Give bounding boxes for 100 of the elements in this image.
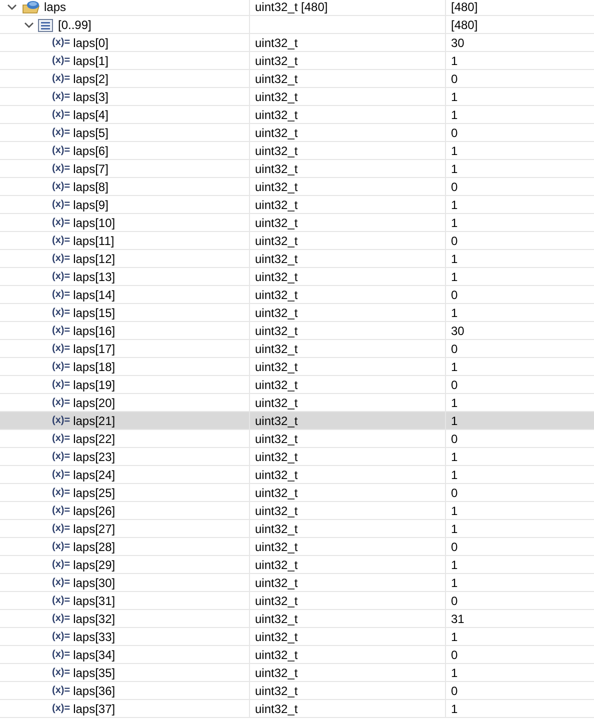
variable-value: 1 xyxy=(451,666,458,680)
table-row[interactable]: (x)= laps[26] uint32_t 1 xyxy=(0,502,594,520)
variable-type: uint32_t xyxy=(255,216,298,230)
table-row[interactable]: (x)= laps[15] uint32_t 1 xyxy=(0,304,594,322)
table-row[interactable]: (x)= laps[21] uint32_t 1 xyxy=(0,412,594,430)
table-row[interactable]: (x)= laps[14] uint32_t 0 xyxy=(0,286,594,304)
variable-name: laps[23] xyxy=(73,450,116,464)
variable-icon: (x)= xyxy=(52,541,70,553)
table-row[interactable]: (x)= laps[24] uint32_t 1 xyxy=(0,466,594,484)
table-row[interactable]: [0..99] [480] xyxy=(0,16,594,34)
variable-value: 1 xyxy=(451,702,458,716)
variable-type: uint32_t xyxy=(255,432,298,446)
table-row[interactable]: (x)= laps[4] uint32_t 1 xyxy=(0,106,594,124)
variable-value: 0 xyxy=(451,234,458,248)
chevron-icon[interactable] xyxy=(24,21,34,29)
table-row[interactable]: (x)= laps[25] uint32_t 0 xyxy=(0,484,594,502)
variable-value: 1 xyxy=(451,504,458,518)
variable-name: laps[2] xyxy=(73,72,108,86)
variable-name: [0..99] xyxy=(58,18,92,32)
variable-type: uint32_t xyxy=(255,90,298,104)
table-row[interactable]: (x)= laps[27] uint32_t 1 xyxy=(0,520,594,538)
table-row[interactable]: (x)= laps[5] uint32_t 0 xyxy=(0,124,594,142)
table-row[interactable]: laps uint32_t [480] [480] xyxy=(0,0,594,16)
variable-value: 0 xyxy=(451,594,458,608)
variable-value: 0 xyxy=(451,378,458,392)
variable-value: 0 xyxy=(451,180,458,194)
variable-icon: (x)= xyxy=(52,307,70,319)
variable-type: uint32_t xyxy=(255,522,298,536)
variable-name: laps[37] xyxy=(73,702,116,716)
table-row[interactable]: (x)= laps[9] uint32_t 1 xyxy=(0,196,594,214)
variable-type: uint32_t xyxy=(255,36,298,50)
table-row[interactable]: (x)= laps[10] uint32_t 1 xyxy=(0,214,594,232)
table-row[interactable]: (x)= laps[37] uint32_t 1 xyxy=(0,700,594,718)
table-row[interactable]: (x)= laps[12] uint32_t 1 xyxy=(0,250,594,268)
table-row[interactable]: (x)= laps[6] uint32_t 1 xyxy=(0,142,594,160)
variable-type: uint32_t xyxy=(255,576,298,590)
table-row[interactable]: (x)= laps[28] uint32_t 0 xyxy=(0,538,594,556)
variable-name: laps[27] xyxy=(73,522,116,536)
table-row[interactable]: (x)= laps[1] uint32_t 1 xyxy=(0,52,594,70)
table-row[interactable]: (x)= laps[0] uint32_t 30 xyxy=(0,34,594,52)
table-row[interactable]: (x)= laps[13] uint32_t 1 xyxy=(0,268,594,286)
variable-type: uint32_t xyxy=(255,252,298,266)
table-row[interactable]: (x)= laps[33] uint32_t 1 xyxy=(0,628,594,646)
variable-value: 1 xyxy=(451,522,458,536)
variable-icon: (x)= xyxy=(52,685,70,697)
variable-value: 1 xyxy=(451,216,458,230)
variable-icon: (x)= xyxy=(52,703,70,715)
table-row[interactable]: (x)= laps[19] uint32_t 0 xyxy=(0,376,594,394)
chevron-icon[interactable] xyxy=(7,3,17,11)
variable-type: uint32_t xyxy=(255,324,298,338)
variable-value: 0 xyxy=(451,72,458,86)
variable-name: laps[20] xyxy=(73,396,116,410)
table-row[interactable]: (x)= laps[30] uint32_t 1 xyxy=(0,574,594,592)
table-row[interactable]: (x)= laps[18] uint32_t 1 xyxy=(0,358,594,376)
table-row[interactable]: (x)= laps[32] uint32_t 31 xyxy=(0,610,594,628)
variable-type: uint32_t xyxy=(255,198,298,212)
table-row[interactable]: (x)= laps[23] uint32_t 1 xyxy=(0,448,594,466)
variable-name: laps[11] xyxy=(73,234,114,248)
table-row[interactable]: (x)= laps[36] uint32_t 0 xyxy=(0,682,594,700)
variable-icon: (x)= xyxy=(52,235,70,247)
table-row[interactable]: (x)= laps[22] uint32_t 0 xyxy=(0,430,594,448)
variable-icon: (x)= xyxy=(52,181,70,193)
variable-name: laps[13] xyxy=(73,270,116,284)
variable-name: laps[35] xyxy=(73,666,116,680)
table-row[interactable]: (x)= laps[7] uint32_t 1 xyxy=(0,160,594,178)
table-row[interactable]: (x)= laps[34] uint32_t 0 xyxy=(0,646,594,664)
list-icon xyxy=(38,18,53,32)
variable-icon: (x)= xyxy=(52,505,70,517)
variable-value: 0 xyxy=(451,288,458,302)
variable-name: laps[33] xyxy=(73,630,116,644)
variable-type: uint32_t xyxy=(255,450,298,464)
table-row[interactable]: (x)= laps[17] uint32_t 0 xyxy=(0,340,594,358)
variable-name: laps[36] xyxy=(73,684,116,698)
variable-value: 1 xyxy=(451,576,458,590)
variable-type: uint32_t xyxy=(255,666,298,680)
table-row[interactable]: (x)= laps[2] uint32_t 0 xyxy=(0,70,594,88)
variable-icon: (x)= xyxy=(52,289,70,301)
table-row[interactable]: (x)= laps[31] uint32_t 0 xyxy=(0,592,594,610)
variable-icon: (x)= xyxy=(52,73,70,85)
variable-type: uint32_t [480] xyxy=(255,0,328,14)
variable-value: 0 xyxy=(451,648,458,662)
variable-value: 1 xyxy=(451,468,458,482)
variable-icon: (x)= xyxy=(52,397,70,409)
variable-type: uint32_t xyxy=(255,612,298,626)
variable-value: 1 xyxy=(451,270,458,284)
table-row[interactable]: (x)= laps[8] uint32_t 0 xyxy=(0,178,594,196)
table-row[interactable]: (x)= laps[35] uint32_t 1 xyxy=(0,664,594,682)
folder-icon xyxy=(22,0,40,14)
variable-type: uint32_t xyxy=(255,378,298,392)
variable-type: uint32_t xyxy=(255,540,298,554)
table-row[interactable]: (x)= laps[29] uint32_t 1 xyxy=(0,556,594,574)
variable-value: 0 xyxy=(451,486,458,500)
table-row[interactable]: (x)= laps[3] uint32_t 1 xyxy=(0,88,594,106)
variable-icon: (x)= xyxy=(52,109,70,121)
table-row[interactable]: (x)= laps[16] uint32_t 30 xyxy=(0,322,594,340)
variable-value: 1 xyxy=(451,252,458,266)
variable-icon: (x)= xyxy=(52,613,70,625)
table-row[interactable]: (x)= laps[11] uint32_t 0 xyxy=(0,232,594,250)
variable-icon: (x)= xyxy=(52,523,70,535)
variable-name: laps[14] xyxy=(73,288,116,302)
